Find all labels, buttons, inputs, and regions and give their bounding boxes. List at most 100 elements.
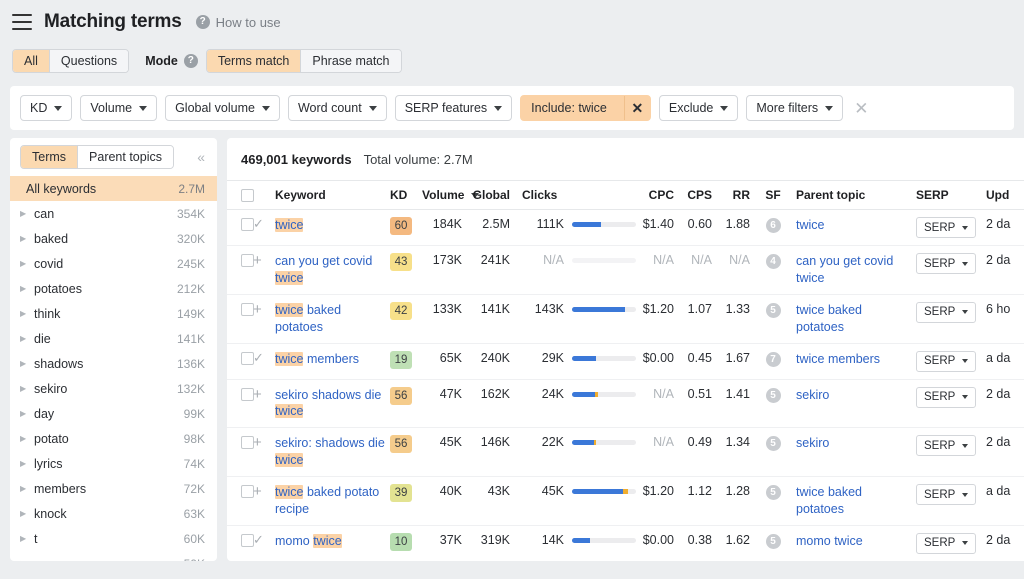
keyword-link[interactable]: twice baked potato recipe: [275, 484, 390, 518]
chevron-right-icon[interactable]: ▶: [20, 559, 32, 561]
serp-button[interactable]: SERP: [916, 350, 977, 372]
sidebar-item-lyrics[interactable]: ▶ lyrics 74K: [10, 451, 217, 476]
parent-topic-link[interactable]: twice baked potatoes: [796, 302, 910, 336]
check-icon[interactable]: ✓: [253, 350, 264, 365]
chevron-right-icon[interactable]: ▶: [20, 259, 32, 268]
serp-button[interactable]: SERP: [916, 301, 977, 323]
chevron-right-icon[interactable]: ▶: [20, 534, 32, 543]
filter-serp-features[interactable]: SERP features: [394, 95, 513, 121]
tab-terms-match[interactable]: Terms match: [206, 50, 302, 72]
filter-volume[interactable]: Volume: [80, 95, 158, 121]
header-cpc[interactable]: CPC: [636, 180, 682, 210]
keyword-link[interactable]: sekiro: shadows die twice: [275, 435, 390, 469]
keyword-link[interactable]: twice: [275, 217, 390, 234]
table-row[interactable]: ✓ twice members 19 65K 240K 29K $0.00 0.45 1.67 7…: [227, 343, 1024, 380]
serp-button[interactable]: SERP: [916, 217, 977, 238]
serp-button[interactable]: SERP: [916, 532, 977, 554]
serp-button[interactable]: SERP: [916, 484, 977, 505]
sidebar-item-momo[interactable]: ▶momo59K: [10, 551, 217, 562]
parent-topic-link[interactable]: twice: [796, 217, 910, 234]
table-row[interactable]: ✓ momo twice 10 37K 319K 14K $0.00 0.38 1.62 5 mom…: [227, 525, 1024, 561]
sidebar-item-baked[interactable]: ▶ baked 320K: [10, 226, 217, 251]
sidebar-item-t[interactable]: ▶ t 60K: [10, 526, 217, 551]
chevron-double-left-icon[interactable]: «: [197, 149, 207, 165]
header-cps[interactable]: CPS: [682, 180, 720, 210]
check-icon[interactable]: ✓: [253, 216, 264, 231]
parent-topic-link[interactable]: can you get covid twice: [796, 253, 910, 287]
chevron-right-icon[interactable]: ▶: [20, 309, 32, 318]
parent-topic-link[interactable]: momo twice: [796, 533, 910, 550]
sidebar-item-die[interactable]: ▶ die 141K: [10, 326, 217, 351]
header-sf[interactable]: SF: [758, 180, 788, 210]
sidebar-item-knock[interactable]: ▶ knock 63K: [10, 501, 217, 526]
sidebar-item-members[interactable]: ▶ members 72K: [10, 476, 217, 501]
chevron-right-icon[interactable]: ▶: [20, 434, 32, 443]
table-row[interactable]: + twice baked potatoes 42 133K 141K 143K $1.20…: [227, 294, 1024, 344]
chevron-right-icon[interactable]: ▶: [20, 384, 32, 393]
close-icon[interactable]: ✕: [854, 100, 868, 117]
filter-more-filters[interactable]: More filters: [746, 95, 844, 121]
keyword-link[interactable]: momo twice: [275, 533, 390, 550]
sidebar-item-sekiro[interactable]: ▶ sekiro 132K: [10, 376, 217, 401]
how-to-use-link[interactable]: ? How to use: [195, 15, 281, 30]
table-row[interactable]: + can you get covid twice 43 173K 241K N/A N/A…: [227, 245, 1024, 295]
header-updated[interactable]: Upd: [980, 180, 1024, 210]
sidebar-item-shadows[interactable]: ▶ shadows 136K: [10, 351, 217, 376]
parent-topic-link[interactable]: twice baked potatoes: [796, 484, 910, 518]
header-serp[interactable]: SERP: [910, 180, 980, 210]
header-keyword[interactable]: Keyword: [275, 180, 390, 210]
keyword-link[interactable]: twice members: [275, 351, 390, 368]
serp-button[interactable]: SERP: [916, 386, 977, 408]
header-global[interactable]: Global: [470, 180, 518, 210]
parent-topic-link[interactable]: sekiro: [796, 387, 910, 404]
chevron-right-icon[interactable]: ▶: [20, 334, 32, 343]
parent-topic-link[interactable]: twice members: [796, 351, 910, 368]
plus-icon[interactable]: +: [253, 483, 262, 500]
chevron-right-icon[interactable]: ▶: [20, 209, 32, 218]
sidebar-item-covid[interactable]: ▶ covid 245K: [10, 251, 217, 276]
plus-icon[interactable]: +: [253, 386, 262, 403]
plus-icon[interactable]: +: [253, 252, 262, 269]
sidebar-item-day[interactable]: ▶ day 99K: [10, 401, 217, 426]
chevron-right-icon[interactable]: ▶: [20, 509, 32, 518]
keyword-link[interactable]: twice baked potatoes: [275, 302, 390, 336]
filter-global-volume[interactable]: Global volume: [165, 95, 280, 121]
question-mark-icon[interactable]: ?: [183, 54, 198, 68]
table-row[interactable]: + twice baked potato recipe 39 40K 43K 45K $1.…: [227, 476, 1024, 526]
sidebar-item-think[interactable]: ▶ think 149K: [10, 301, 217, 326]
check-icon[interactable]: ✓: [253, 532, 264, 547]
hamburger-icon[interactable]: [12, 14, 32, 30]
table-row[interactable]: + sekiro shadows die twice 56 47K 162K 24K N/A…: [227, 379, 1024, 429]
table-row[interactable]: ✓ twice 60 184K 2.5M 111K $1.40 0.60 1.88 6 twice S…: [227, 209, 1024, 246]
header-volume[interactable]: Volume: [422, 180, 479, 210]
tab-all[interactable]: All: [13, 50, 50, 72]
sidebar-item-potatoes[interactable]: ▶ potatoes 212K: [10, 276, 217, 301]
table-row[interactable]: + sekiro: shadows die twice 56 45K 146K 22K N/…: [227, 427, 1024, 477]
plus-icon[interactable]: +: [253, 301, 262, 318]
plus-icon[interactable]: +: [253, 434, 262, 451]
sidebar-item-can[interactable]: ▶ can 354K: [10, 201, 217, 226]
close-icon[interactable]: ✕: [623, 96, 650, 120]
serp-button[interactable]: SERP: [916, 253, 977, 274]
tab-questions[interactable]: Questions: [49, 50, 129, 72]
header-rr[interactable]: RR: [720, 180, 758, 210]
sidebar-tab-terms[interactable]: Terms: [21, 146, 79, 168]
chevron-right-icon[interactable]: ▶: [20, 234, 32, 243]
chevron-right-icon[interactable]: ▶: [20, 409, 32, 418]
filter-include-chip[interactable]: Include: twice ✕: [520, 95, 651, 121]
parent-topic-link[interactable]: sekiro: [796, 435, 910, 452]
header-clicks[interactable]: Clicks: [518, 180, 564, 210]
filter-word-count[interactable]: Word count: [287, 95, 387, 121]
sidebar-item-potato[interactable]: ▶ potato 98K: [10, 426, 217, 451]
chevron-right-icon[interactable]: ▶: [20, 359, 32, 368]
filter-kd[interactable]: KD: [20, 95, 73, 121]
keyword-link[interactable]: sekiro shadows die twice: [275, 387, 390, 421]
sidebar-item-all-keywords[interactable]: All keywords 2.7M: [10, 176, 217, 201]
sidebar-tab-parent-topics[interactable]: Parent topics: [78, 146, 173, 168]
filter-exclude[interactable]: Exclude: [658, 95, 739, 121]
chevron-right-icon[interactable]: ▶: [20, 284, 32, 293]
serp-button[interactable]: SERP: [916, 435, 977, 457]
chevron-right-icon[interactable]: ▶: [20, 459, 32, 468]
header-parent-topic[interactable]: Parent topic: [788, 180, 910, 210]
keyword-link[interactable]: can you get covid twice: [275, 253, 390, 287]
